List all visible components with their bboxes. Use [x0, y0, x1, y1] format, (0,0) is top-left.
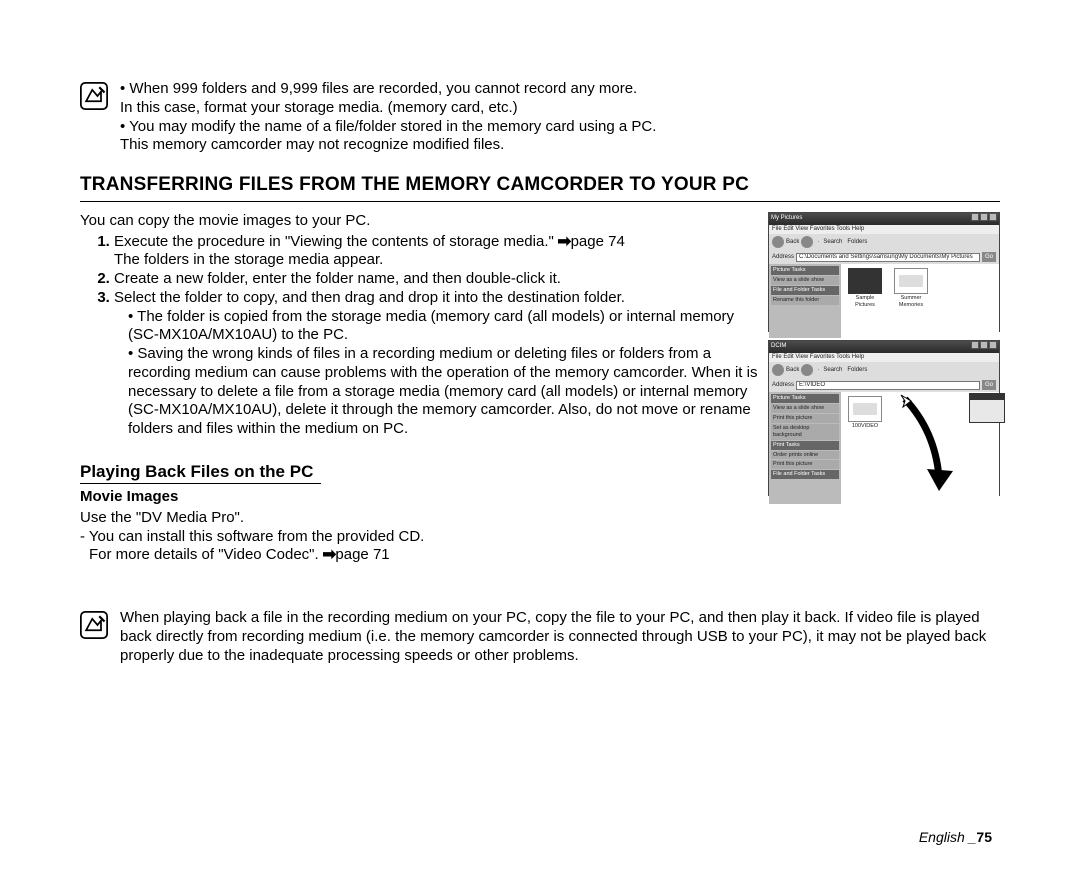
movie-line-3: For more details of "Video Codec". ➡page…	[80, 546, 758, 565]
drag-ghost-window	[969, 393, 1005, 423]
folders-label: Folders	[847, 367, 867, 375]
file-folder-tasks-head: File and Folder Tasks	[771, 286, 839, 295]
back-icon	[772, 236, 784, 248]
back-icon	[772, 364, 784, 376]
window-title: DCIM	[771, 343, 786, 351]
text: For more details of "Video Codec".	[89, 546, 323, 563]
window-titlebar: My Pictures	[769, 213, 999, 225]
search-label: Search	[823, 239, 842, 247]
page-footer: English _75	[919, 829, 992, 847]
menubar: File Edit View Favorites Tools Help	[769, 353, 999, 363]
note-icon	[80, 611, 108, 639]
sub-item: The folder is copied from the storage me…	[128, 308, 758, 346]
fwd-icon	[801, 364, 813, 376]
sidebar: Picture Tasks View as a slide show Print…	[769, 392, 841, 504]
window-title: My Pictures	[771, 215, 802, 223]
footer-page: 75	[976, 829, 992, 845]
note-item: When 999 folders and 9,999 files are rec…	[120, 80, 656, 118]
sidebar-item: View as a slide show	[771, 276, 839, 285]
thumb-sample: Sample Pictures	[845, 268, 885, 309]
drag-arrow-icon	[895, 391, 965, 501]
thumb-label: Summer Memories	[891, 295, 931, 309]
menubar: File Edit View Favorites Tools Help	[769, 225, 999, 235]
sub-item: Saving the wrong kinds of files in a rec…	[128, 345, 758, 439]
address-field: E:\VIDEO	[796, 381, 980, 390]
content-pane: Sample Pictures Summer Memories	[841, 264, 999, 338]
subsection-heading: Playing Back Files on the PC	[80, 461, 321, 484]
arrow-right-icon: ➡	[322, 545, 336, 566]
sep: ·	[817, 367, 819, 375]
address-field: C:\Documents and Settings\samsung\My Doc…	[796, 253, 980, 262]
note-box-top: When 999 folders and 9,999 files are rec…	[80, 80, 1000, 155]
toolbar: Back · Search Folders	[769, 362, 999, 378]
note-icon	[80, 82, 108, 110]
back-label: Back	[786, 239, 799, 247]
window-buttons	[970, 341, 997, 353]
search-label: Search	[823, 367, 842, 375]
section-heading: TRANSFERRING FILES FROM THE MEMORY CAMCO…	[80, 173, 1000, 202]
picture-tasks-head: Picture Tasks	[771, 394, 839, 403]
intro-text: You can copy the movie images to your PC…	[80, 212, 758, 231]
go-button: Go	[982, 252, 996, 262]
movie-line-1: Use the "DV Media Pro".	[80, 509, 758, 528]
address-label: Address	[772, 382, 794, 390]
go-button: Go	[982, 380, 996, 390]
note-text-bottom: When playing back a file in the recordin…	[120, 609, 1000, 665]
sep: ·	[817, 239, 819, 247]
step-1: Execute the procedure in "Viewing the co…	[114, 233, 758, 271]
steps-list: Execute the procedure in "Viewing the co…	[80, 233, 758, 439]
arrow-right-icon: ➡	[557, 232, 571, 253]
address-label: Address	[772, 254, 794, 262]
step-2: Create a new folder, enter the folder na…	[114, 270, 758, 289]
address-bar: Address C:\Documents and Settings\samsun…	[769, 250, 999, 264]
thumb-folder: 100VIDEO	[845, 396, 885, 430]
step-text: Execute the procedure in "Viewing the co…	[114, 233, 558, 250]
thumb-label: 100VIDEO	[845, 423, 885, 430]
sidebar-item: Order prints online	[771, 451, 839, 460]
sidebar-item: Print this picture	[771, 460, 839, 469]
note-list-top: When 999 folders and 9,999 files are rec…	[120, 80, 656, 155]
sidebar-item: Print this picture	[771, 414, 839, 423]
fwd-icon	[801, 236, 813, 248]
sidebar: Picture Tasks View as a slide show File …	[769, 264, 841, 338]
window-buttons	[970, 213, 997, 225]
step-sub-list: The folder is copied from the storage me…	[114, 308, 758, 439]
sidebar-item: Rename this folder	[771, 296, 839, 305]
sidebar-item: View as a slide show	[771, 404, 839, 413]
screenshot-illustrations: My Pictures File Edit View Favorites Too…	[768, 212, 1000, 504]
footer-lang: English _	[919, 829, 977, 845]
thumb-folder: Summer Memories	[891, 268, 931, 309]
window-titlebar: DCIM	[769, 341, 999, 353]
sub-subsection-heading: Movie Images	[80, 488, 758, 507]
picture-tasks-head: Picture Tasks	[771, 266, 839, 275]
explorer-window-dcim: DCIM File Edit View Favorites Tools Help…	[768, 340, 1000, 496]
folders-label: Folders	[847, 239, 867, 247]
page-ref: page 71	[335, 546, 389, 563]
back-label: Back	[786, 367, 799, 375]
step-3: Select the folder to copy, and then drag…	[114, 289, 758, 439]
explorer-window-my-pictures: My Pictures File Edit View Favorites Too…	[768, 212, 1000, 332]
print-tasks-head: Print Tasks	[771, 441, 839, 450]
note-box-bottom: When playing back a file in the recordin…	[80, 609, 1000, 665]
toolbar: Back · Search Folders	[769, 234, 999, 250]
step-text: Select the folder to copy, and then drag…	[114, 289, 625, 306]
note-item: You may modify the name of a file/folder…	[120, 118, 656, 156]
file-folder-tasks-head: File and Folder Tasks	[771, 470, 839, 479]
thumb-label: Sample Pictures	[845, 295, 885, 309]
step-text: The folders in the storage media appear.	[114, 251, 383, 268]
sidebar-item: Set as desktop background	[771, 424, 839, 440]
page-ref: page 74	[571, 233, 625, 250]
movie-line-2: - You can install this software from the…	[80, 528, 758, 547]
